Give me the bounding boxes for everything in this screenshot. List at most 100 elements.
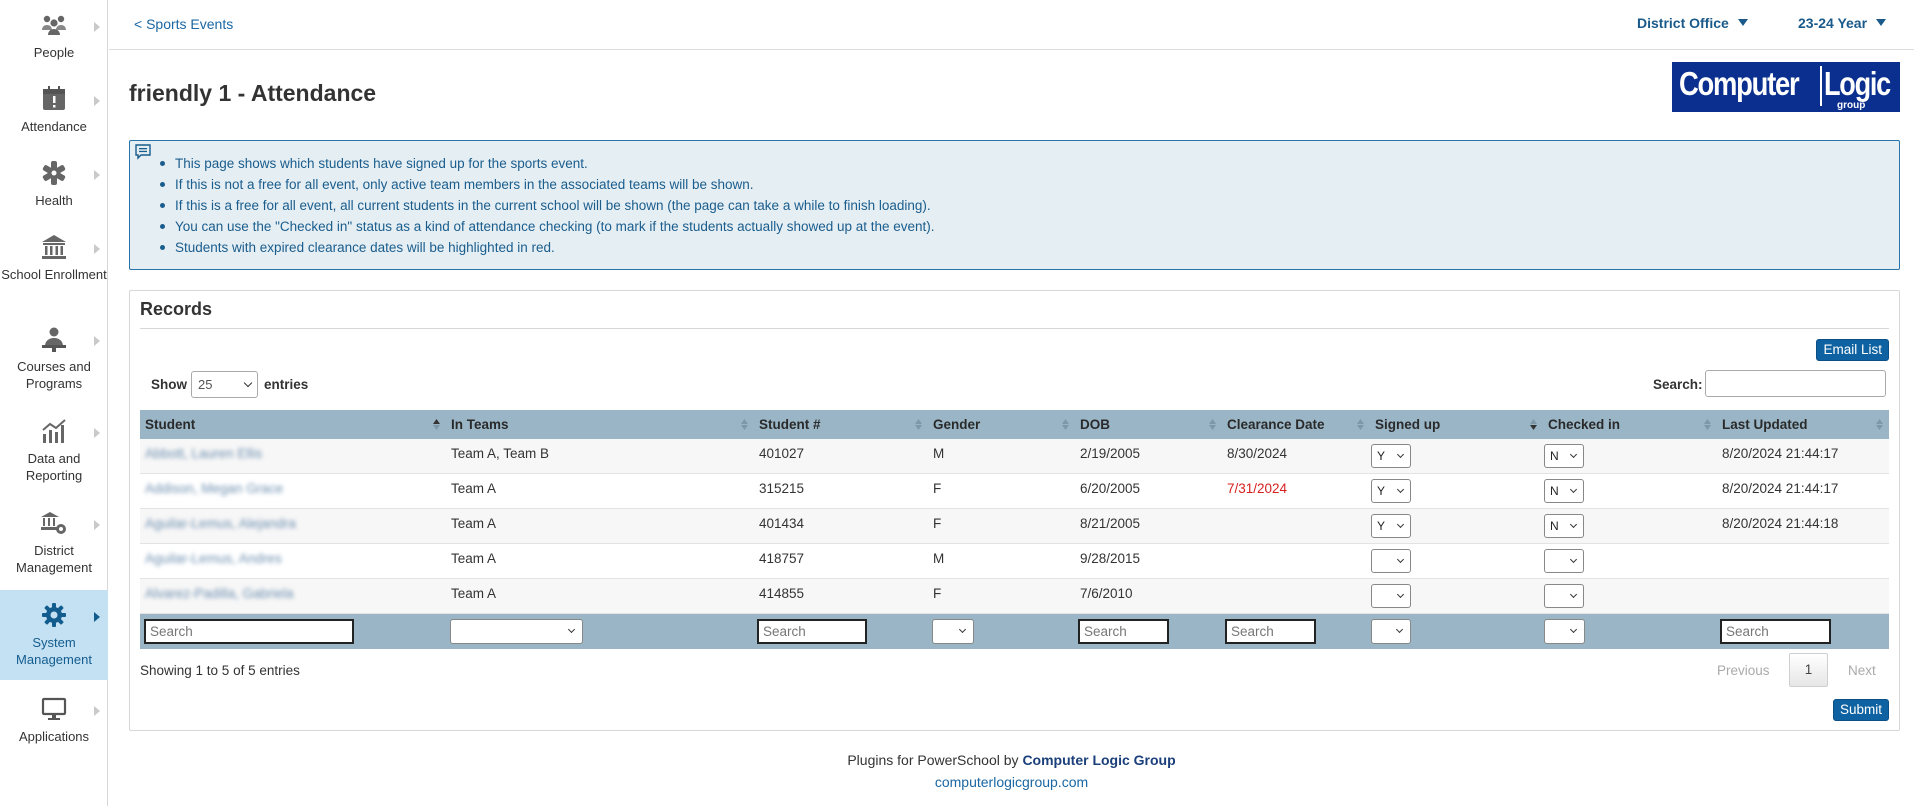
column-header-gender[interactable]: Gender [928, 410, 1075, 439]
district-icon [39, 508, 69, 538]
sidebar-item-data-and-reporting[interactable]: Data and Reporting [0, 416, 108, 488]
column-header-last-updated[interactable]: Last Updated [1717, 410, 1889, 439]
sort-asc-icon [433, 419, 440, 430]
back-link[interactable]: < Sports Events [134, 16, 233, 32]
gender-cell: M [933, 446, 945, 461]
school-icon [39, 232, 69, 262]
sidebar-item-health[interactable]: Health [0, 158, 108, 216]
column-header-student[interactable]: Student [140, 410, 446, 439]
records-panel: Records Email List Show 25 entries Searc… [129, 290, 1900, 731]
dob-cell: 2/19/2005 [1080, 446, 1141, 461]
checked-in-select[interactable]: N [1544, 514, 1584, 538]
sidebar-item-system-management[interactable]: System Management [0, 590, 108, 680]
email-list-button[interactable]: Email List [1816, 339, 1889, 361]
chevron-right-icon [94, 96, 100, 106]
dob-cell: 8/21/2005 [1080, 516, 1141, 531]
chart-icon [39, 416, 69, 446]
chevron-down-icon [1396, 485, 1405, 494]
student-filter-input[interactable]: Search [144, 619, 354, 644]
search-input[interactable] [1705, 370, 1886, 397]
gender-filter-select[interactable] [932, 619, 974, 644]
pager-previous[interactable]: Previous [1717, 663, 1770, 678]
column-filter-row: Search Search Search Search Search [140, 614, 1889, 649]
checked-in-filter-select[interactable] [1544, 619, 1585, 644]
signed-up-select[interactable] [1371, 549, 1411, 573]
district-menu[interactable]: District Office [1637, 15, 1748, 31]
checked-in-select[interactable]: N [1544, 444, 1584, 468]
pager-page-1[interactable]: 1 [1789, 653, 1828, 687]
chevron-down-icon [1395, 625, 1404, 634]
student-name-link[interactable]: Aguilar-Lemus, Alejandra [140, 509, 296, 544]
sidebar-item-courses-and-programs[interactable]: Courses and Programs [0, 324, 108, 396]
signed-up-filter-select[interactable] [1371, 619, 1411, 644]
student-name-link[interactable]: Addison, Megan Grace [140, 474, 283, 509]
computer-logic-logo: Computer Logic group [1672, 62, 1900, 112]
info-bullet: If this is a free for all event, all cur… [160, 195, 935, 216]
info-bullet: This page shows which students have sign… [160, 153, 935, 174]
column-header-clearance-date[interactable]: Clearance Date [1222, 410, 1370, 439]
dob-filter-input[interactable]: Search [1078, 619, 1169, 644]
page-length-select[interactable]: 25 [191, 371, 258, 398]
last-updated-filter-input[interactable]: Search [1720, 619, 1831, 644]
sidebar-item-district-management[interactable]: District Management [0, 508, 108, 580]
sidebar-item-label: Health [35, 193, 73, 208]
gender-cell: F [933, 516, 942, 531]
column-header-student-number[interactable]: Student # [754, 410, 928, 439]
teams-cell: Team A [451, 481, 497, 496]
footer-prefix: Plugins for PowerSchool by [847, 752, 1023, 768]
sidebar-item-label: System Management [16, 635, 92, 667]
people-icon [39, 10, 69, 40]
chevron-down-icon [567, 625, 576, 634]
column-header-checked-in[interactable]: Checked in [1543, 410, 1717, 439]
info-box: This page shows which students have sign… [129, 140, 1900, 270]
chevron-right-icon [94, 428, 100, 438]
signed-up-select[interactable]: Y [1371, 444, 1411, 468]
sidebar-item-label: Applications [18, 729, 90, 744]
comment-icon [135, 144, 151, 160]
student-number-cell: 401434 [759, 516, 805, 531]
footer-website-link[interactable]: computerlogicgroup.com [0, 774, 1914, 790]
info-bullet: If this is not a free for all event, onl… [160, 174, 935, 195]
chevron-down-icon [1396, 590, 1405, 599]
footer-brand-link[interactable]: Computer Logic Group [1022, 752, 1175, 768]
sort-icon [1876, 419, 1883, 430]
records-title: Records [140, 299, 213, 319]
clearance-date-cell [1222, 579, 1227, 614]
student-name-link[interactable]: Abbott, Lauren Ellis [140, 439, 262, 474]
submit-button[interactable]: Submit [1832, 699, 1889, 721]
student-number-cell: 418757 [759, 551, 805, 566]
chevron-down-icon [1396, 450, 1405, 459]
sidebar-item-people[interactable]: People [0, 10, 108, 68]
year-menu[interactable]: 23-24 Year [1798, 15, 1887, 31]
checked-in-select[interactable] [1544, 549, 1584, 573]
sidebar-item-applications[interactable]: Applications [0, 694, 108, 752]
health-icon [39, 158, 69, 188]
gear-icon [39, 600, 69, 630]
student-number-filter-input[interactable]: Search [757, 619, 867, 644]
chevron-down-icon [1396, 555, 1405, 564]
sidebar-item-label: Data and Reporting [25, 451, 83, 483]
sort-icon [741, 419, 748, 430]
clearance-filter-input[interactable]: Search [1225, 619, 1316, 644]
search-label: Search: [1653, 377, 1703, 392]
top-bar: < Sports Events District Office 23-24 Ye… [109, 0, 1914, 50]
column-header-dob[interactable]: DOB [1075, 410, 1222, 439]
entries-label: entries [264, 377, 309, 392]
sidebar-item-attendance[interactable]: Attendance [0, 84, 108, 142]
sidebar-item-school-enrollment[interactable]: School Enrollment [0, 232, 108, 304]
signed-up-select[interactable]: Y [1371, 479, 1411, 503]
signed-up-select[interactable]: Y [1371, 514, 1411, 538]
teams-filter-select[interactable] [450, 619, 583, 644]
column-header-in-teams[interactable]: In Teams [446, 410, 754, 439]
column-header-signed-up[interactable]: Signed up [1370, 410, 1543, 439]
dob-cell: 9/28/2015 [1080, 551, 1141, 566]
checked-in-select[interactable] [1544, 584, 1584, 608]
student-name-link[interactable]: Aguilar-Lemus, Andres [140, 544, 282, 579]
student-name-link[interactable]: Alvarez-Padilla, Gabriela [140, 579, 294, 614]
gender-cell: F [933, 586, 942, 601]
checked-in-select[interactable]: N [1544, 479, 1584, 503]
signed-up-select[interactable] [1371, 584, 1411, 608]
gender-cell: M [933, 551, 945, 566]
table-header: Student In Teams Student # Gender DOB Cl… [140, 410, 1889, 439]
pager-next[interactable]: Next [1848, 663, 1876, 678]
